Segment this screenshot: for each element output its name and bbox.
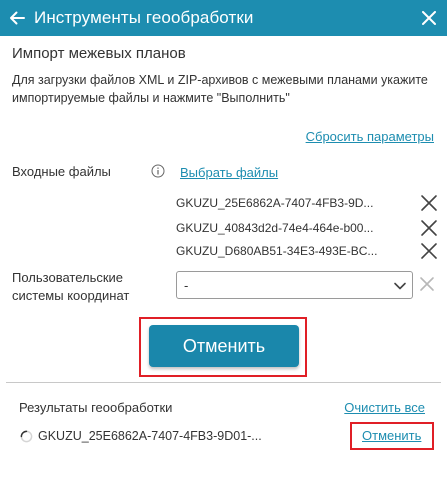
chevron-down-icon	[394, 282, 406, 290]
clear-crs-icon[interactable]	[419, 276, 435, 292]
file-item: GKUZU_D680AB51-34E3-493E-BC...	[176, 240, 438, 262]
tool-title: Импорт межевых планов	[12, 45, 186, 62]
close-icon	[422, 11, 436, 25]
file-item: GKUZU_25E6862A-7407-4FB3-9D...	[176, 192, 438, 214]
info-icon[interactable]	[151, 164, 165, 178]
remove-file-icon[interactable]	[420, 219, 438, 237]
file-name: GKUZU_D680AB51-34E3-493E-BC...	[176, 244, 378, 258]
crs-label-line2: системы координат	[12, 288, 130, 303]
result-cancel-link[interactable]: Отменить	[362, 428, 421, 443]
remove-file-icon[interactable]	[420, 194, 438, 212]
back-button[interactable]	[0, 0, 34, 36]
file-name: GKUZU_25E6862A-7407-4FB3-9D...	[176, 196, 374, 210]
title-bar: Инструменты геообработки	[0, 0, 447, 36]
crs-label: Пользовательские системы координат	[12, 269, 129, 305]
close-button[interactable]	[415, 4, 443, 32]
window-title: Инструменты геообработки	[34, 8, 254, 27]
file-item: GKUZU_40843d2d-74e4-464e-b00...	[176, 217, 438, 239]
cancel-button[interactable]: Отменить	[149, 325, 299, 367]
clear-all-link[interactable]: Очистить все	[344, 400, 425, 415]
input-files-label: Входные файлы	[12, 164, 111, 179]
crs-selected-value: -	[184, 277, 189, 293]
arrow-left-icon	[10, 11, 25, 25]
crs-select[interactable]: -	[176, 271, 413, 299]
result-item-name: GKUZU_25E6862A-7407-4FB3-9D01-...	[38, 429, 262, 443]
choose-files-link[interactable]: Выбрать файлы	[180, 165, 278, 180]
results-title: Результаты геообработки	[19, 400, 173, 415]
tool-description: Для загрузки файлов XML и ZIP-архивов с …	[12, 73, 428, 105]
file-name: GKUZU_40843d2d-74e4-464e-b00...	[176, 221, 374, 235]
crs-label-line1: Пользовательские	[12, 270, 124, 285]
loading-spinner-icon	[20, 430, 33, 443]
reset-parameters-link[interactable]: Сбросить параметры	[306, 129, 434, 144]
remove-file-icon[interactable]	[420, 242, 438, 260]
divider	[6, 382, 441, 383]
